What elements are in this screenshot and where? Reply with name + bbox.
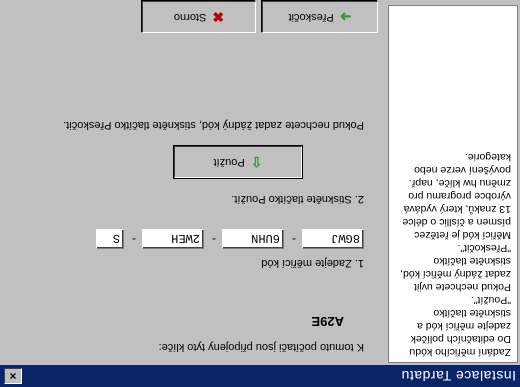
connected-keys-label: K tomuto počítači jsou připojeny tyto kl… [158,341,364,353]
code-field-4[interactable]: S [96,229,124,249]
step2-label: 2. Stiskněte tlačítko Použít. [231,193,364,205]
arrow-up-icon: ⇧ [250,154,263,171]
cancel-button[interactable]: ✖ Storno [142,1,256,33]
window-title: Instalace Tardatu [401,368,516,384]
close-button[interactable]: × [4,368,22,384]
title-bar: Instalace Tardatu × [0,365,520,387]
help-panel: Zadání měřicího kódu Do editačních políč… [388,5,518,363]
arrow-right-icon: ➜ [339,9,352,26]
key-id: A29E [311,314,344,329]
main-panel: K tomuto počítači jsou připojeny tyto kl… [2,1,388,363]
separator: - [292,233,296,247]
skip-button[interactable]: ➜ Přeskočit [262,1,378,33]
step1-label: 1. Zadejte měřicí kód [261,257,364,269]
skip-hint: Pokud nechcete zadat žádný kód, stisknět… [63,119,364,131]
x-icon: ✖ [212,9,225,26]
help-text: Zadání měřicího kódu Do editačních políč… [400,151,511,358]
code-field-1[interactable]: 8GWJ [302,229,364,249]
apply-button-label: Použít [213,156,245,168]
apply-button[interactable]: ⇧ Použít [173,145,303,179]
skip-button-label: Přeskočit [288,11,334,23]
code-field-3[interactable]: 2WEH [142,229,204,249]
separator: - [132,233,136,247]
separator: - [212,233,216,247]
cancel-button-label: Storno [173,11,207,23]
code-field-2[interactable]: 6UHN [222,229,284,249]
